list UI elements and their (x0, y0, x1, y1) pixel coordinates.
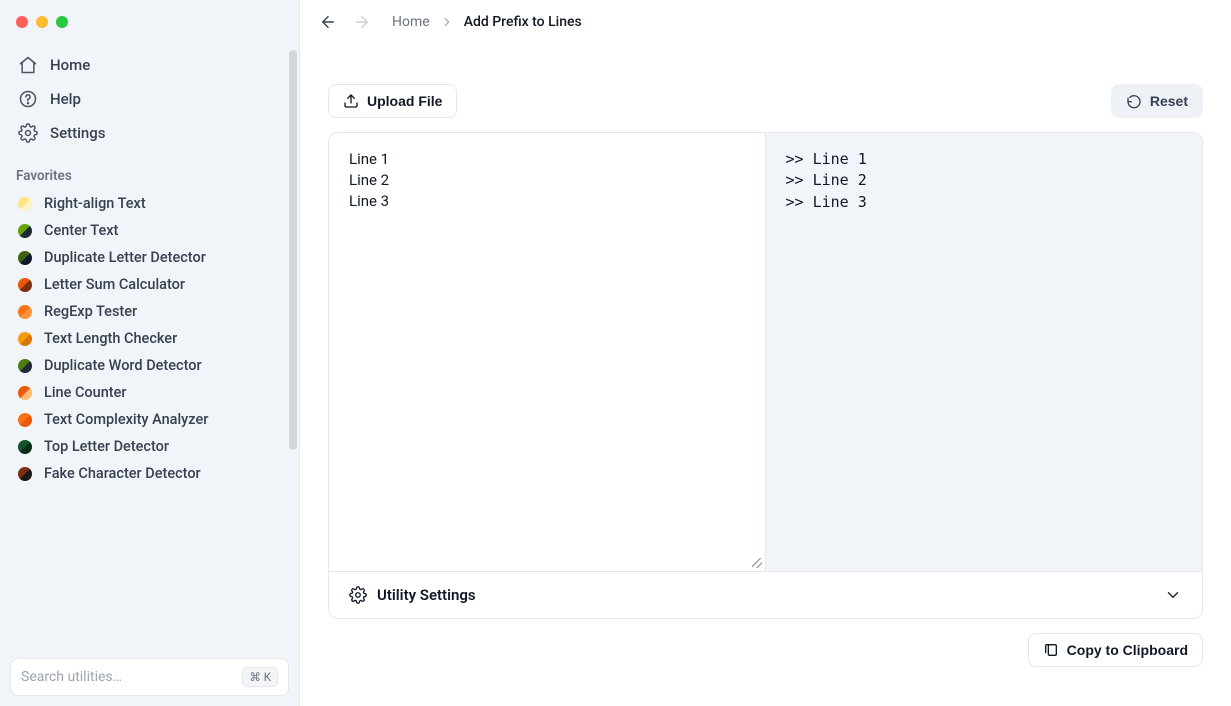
utility-settings-toggle[interactable]: Utility Settings (329, 571, 1202, 618)
breadcrumb-current: Add Prefix to Lines (464, 14, 582, 30)
reset-button[interactable]: Reset (1111, 84, 1203, 118)
sidebar-favorite-item[interactable]: Duplicate Word Detector (8, 352, 291, 379)
favorite-label: Text Length Checker (44, 330, 177, 347)
nav-settings[interactable]: Settings (8, 116, 291, 150)
output-pane: >> Line 1 >> Line 2 >> Line 3 (766, 133, 1203, 571)
nav-help[interactable]: Help (8, 82, 291, 116)
copy-to-clipboard-button[interactable]: Copy to Clipboard (1028, 633, 1203, 667)
favorite-swatch-icon (18, 332, 32, 346)
search-input[interactable]: Search utilities… ⌘ K (10, 658, 289, 696)
sidebar-favorite-item[interactable]: Line Counter (8, 379, 291, 406)
favorite-swatch-icon (18, 278, 32, 292)
favorites-list: Right-align Text Center Text Duplicate Let… (0, 190, 299, 487)
window-close-button[interactable] (16, 16, 28, 28)
favorite-label: Letter Sum Calculator (44, 276, 185, 293)
sidebar-favorite-item[interactable]: Duplicate Letter Detector (8, 244, 291, 271)
sidebar-favorite-item[interactable]: Top Letter Detector (8, 433, 291, 460)
favorite-swatch-icon (18, 224, 32, 238)
gear-icon (349, 586, 367, 604)
chevron-down-icon (1164, 586, 1182, 604)
help-icon (18, 89, 38, 109)
primary-nav: Home Help Settings (0, 44, 299, 158)
nav-back-button[interactable] (318, 12, 338, 32)
gear-icon (18, 123, 38, 143)
content: Upload File Reset >> Line 1 >> Line 2 >>… (300, 44, 1231, 706)
io-row: >> Line 1 >> Line 2 >> Line 3 (329, 133, 1202, 571)
favorite-label: Line Counter (44, 384, 127, 401)
favorite-swatch-icon (18, 467, 32, 481)
sidebar-favorite-item[interactable]: Center Text (8, 217, 291, 244)
favorite-label: RegExp Tester (44, 303, 137, 320)
toolbar: Upload File Reset (328, 84, 1203, 118)
favorite-swatch-icon (18, 386, 32, 400)
chevron-right-icon (440, 15, 454, 29)
breadcrumb: Home Add Prefix to Lines (392, 14, 582, 30)
button-label: Copy to Clipboard (1067, 642, 1188, 658)
main: Home Add Prefix to Lines Upload File Res… (300, 0, 1231, 706)
sidebar-favorite-item[interactable]: Fake Character Detector (8, 460, 291, 487)
sidebar-favorite-item[interactable]: Right-align Text (8, 190, 291, 217)
sidebar-favorite-item[interactable]: RegExp Tester (8, 298, 291, 325)
search-shortcut: ⌘ K (242, 667, 278, 687)
search-placeholder: Search utilities… (21, 669, 122, 685)
sidebar-scrollbar[interactable] (289, 50, 297, 450)
nav-home[interactable]: Home (8, 48, 291, 82)
window-minimize-button[interactable] (36, 16, 48, 28)
settings-label: Utility Settings (377, 586, 476, 604)
favorites-heading: Favorites (0, 158, 299, 190)
footer: Copy to Clipboard (328, 619, 1203, 667)
input-textarea[interactable] (329, 133, 765, 571)
undo-icon (1126, 93, 1142, 109)
upload-file-button[interactable]: Upload File (328, 84, 457, 118)
clipboard-icon (1043, 642, 1059, 658)
button-label: Reset (1150, 93, 1188, 109)
favorite-swatch-icon (18, 305, 32, 319)
favorite-swatch-icon (18, 197, 32, 211)
favorite-swatch-icon (18, 251, 32, 265)
window-controls (0, 0, 299, 44)
nav-label: Settings (50, 124, 106, 142)
io-panel: >> Line 1 >> Line 2 >> Line 3 Utility Se… (328, 132, 1203, 619)
sidebar-favorite-item[interactable]: Text Complexity Analyzer (8, 406, 291, 433)
upload-icon (343, 93, 359, 109)
favorite-label: Duplicate Letter Detector (44, 249, 206, 266)
resize-handle[interactable] (752, 558, 762, 568)
favorite-label: Fake Character Detector (44, 465, 201, 482)
favorite-label: Right-align Text (44, 195, 146, 212)
favorite-label: Top Letter Detector (44, 438, 169, 455)
button-label: Upload File (367, 93, 442, 109)
window-zoom-button[interactable] (56, 16, 68, 28)
nav-forward-button[interactable] (352, 12, 372, 32)
favorite-label: Text Complexity Analyzer (44, 411, 208, 428)
home-icon (18, 55, 38, 75)
nav-label: Home (50, 56, 90, 74)
favorite-label: Duplicate Word Detector (44, 357, 202, 374)
sidebar-favorite-item[interactable]: Letter Sum Calculator (8, 271, 291, 298)
nav-label: Help (50, 90, 81, 108)
favorite-swatch-icon (18, 359, 32, 373)
favorite-swatch-icon (18, 413, 32, 427)
input-pane (329, 133, 766, 571)
sidebar-favorite-item[interactable]: Text Length Checker (8, 325, 291, 352)
topbar: Home Add Prefix to Lines (300, 0, 1231, 44)
favorite-label: Center Text (44, 222, 118, 239)
sidebar: Home Help Settings Favorites Right-align… (0, 0, 300, 706)
breadcrumb-home[interactable]: Home (392, 14, 430, 30)
favorite-swatch-icon (18, 440, 32, 454)
